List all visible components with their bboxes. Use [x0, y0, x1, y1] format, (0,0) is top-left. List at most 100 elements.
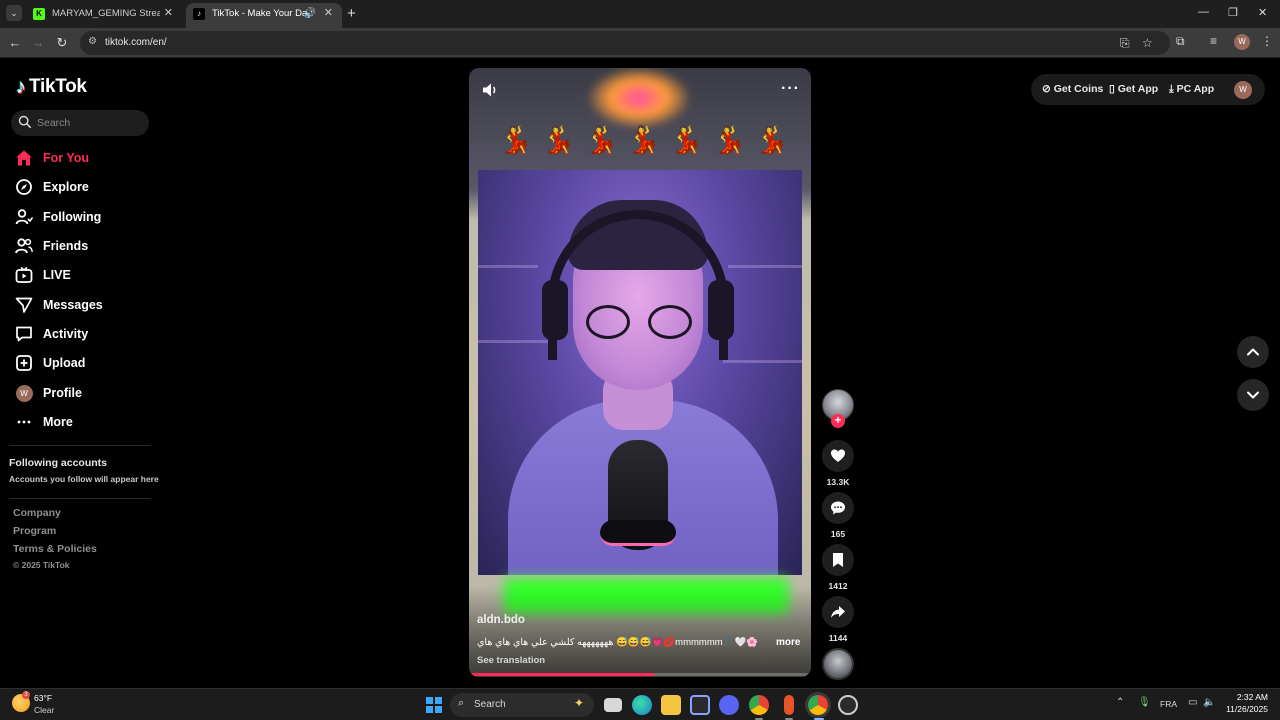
store-icon[interactable] — [690, 695, 710, 715]
comment-button[interactable] — [822, 492, 854, 524]
settings-app-icon[interactable] — [838, 695, 858, 715]
search-input[interactable]: Search — [11, 110, 149, 136]
previous-video-button[interactable] — [1237, 336, 1269, 368]
file-explorer-icon[interactable] — [661, 695, 681, 715]
tray-overflow-icon[interactable]: ⌃ — [1116, 697, 1124, 708]
caption-more-button[interactable]: more — [776, 637, 800, 648]
microphone-app-icon[interactable] — [784, 695, 794, 715]
like-count: 13.3K — [826, 477, 850, 487]
clock-date[interactable]: 11/26/2025 — [1222, 704, 1268, 714]
video-options-icon[interactable]: ··· — [781, 80, 800, 98]
close-icon[interactable]: ✕ — [164, 3, 173, 24]
sidebar-item-activity[interactable]: Activity — [14, 323, 88, 345]
network-icon[interactable]: ▭ — [1188, 697, 1197, 708]
avatar[interactable]: W — [1234, 81, 1252, 99]
following-accounts-subtitle: Accounts you follow will appear here — [9, 474, 159, 484]
comment-icon — [831, 501, 845, 515]
media-control-icon[interactable]: ≡ — [1210, 34, 1217, 48]
next-video-button[interactable] — [1237, 379, 1269, 411]
weather-badge: 3 — [22, 691, 30, 699]
share-button[interactable] — [822, 596, 854, 628]
sidebar-item-messages[interactable]: Messages — [14, 294, 103, 316]
get-app-button[interactable]: ▯ Get App — [1109, 74, 1158, 105]
window-close-icon[interactable]: ✕ — [1258, 6, 1267, 19]
following-icon — [14, 207, 34, 227]
profile-icon-wrap: W — [14, 383, 34, 403]
taskbar-search[interactable]: ⌕ Search ✦ — [450, 693, 594, 717]
share-arrow-icon — [831, 606, 845, 618]
tab-search-icon[interactable]: ⌄ — [6, 5, 22, 21]
weather-temperature[interactable]: 63°F — [34, 693, 52, 703]
input-language[interactable]: FRA — [1160, 699, 1177, 709]
back-icon[interactable]: ← — [5, 33, 25, 53]
phone-icon: ▯ — [1109, 83, 1115, 95]
chrome-active-icon[interactable] — [808, 695, 828, 715]
sidebar-item-for-you[interactable]: For You — [14, 147, 89, 169]
restore-icon[interactable]: ❐ — [1228, 6, 1238, 19]
glasses-lens — [648, 305, 692, 339]
sidebar-item-explore[interactable]: Explore — [14, 176, 89, 198]
tab-tiktok[interactable]: ♪ TikTok - Make Your Day 🔊 ✕ — [186, 3, 342, 28]
logo-text: TikTok — [29, 76, 87, 97]
bookmark-star-icon[interactable]: ☆ — [1142, 36, 1153, 50]
save-button[interactable] — [822, 544, 854, 576]
tab-title: MARYAM_GEMING Stream - Ki — [52, 8, 160, 19]
avatar: W — [15, 384, 33, 402]
sidebar-item-label: Messages — [43, 298, 103, 312]
sidebar-item-profile[interactable]: W Profile — [14, 382, 82, 404]
video-author[interactable]: aldn.bdo — [477, 614, 525, 626]
install-app-icon[interactable]: ⎘ — [1120, 36, 1130, 51]
dancer-emoji: 💃 — [541, 125, 576, 155]
tab-kick[interactable]: K MARYAM_GEMING Stream - Ki ✕ — [26, 3, 182, 28]
sidebar-item-live[interactable]: LIVE — [14, 264, 71, 286]
pc-app-label: PC App — [1176, 83, 1215, 95]
sidebar-item-label: Profile — [43, 386, 82, 400]
follow-plus-icon[interactable]: + — [831, 414, 845, 428]
dancer-emoji: 💃 — [584, 125, 619, 155]
music-disc[interactable] — [822, 648, 854, 680]
speaker-icon[interactable]: 🔊 — [304, 3, 316, 24]
browser-profile-avatar[interactable]: W — [1234, 34, 1250, 50]
get-coins-button[interactable]: ⊘ Get Coins — [1042, 74, 1103, 105]
like-button[interactable] — [822, 440, 854, 472]
address-bar[interactable]: ⚙ tiktok.com/en/ ⎘ ☆ — [80, 31, 1170, 55]
footer-link-company[interactable]: Company — [13, 507, 61, 519]
sidebar-item-upload[interactable]: Upload — [14, 352, 85, 374]
sidebar-item-label: More — [43, 415, 73, 429]
forward-icon[interactable]: → — [28, 33, 48, 53]
close-icon[interactable]: ✕ — [324, 3, 333, 24]
video-progress-bar[interactable] — [469, 673, 811, 676]
site-info-icon[interactable]: ⚙ — [88, 36, 97, 47]
weather-description[interactable]: Clear — [34, 705, 54, 715]
tiktok-logo[interactable]: ♪ TikTok — [16, 74, 87, 100]
minimize-icon[interactable]: — — [1198, 6, 1209, 18]
clock-time[interactable]: 2:32 AM — [1234, 692, 1268, 702]
video-caption: هههههههه كلشي علي هاي هاي هاي 😅😅😅💗💋mmmmm… — [477, 637, 759, 648]
see-translation-link[interactable]: See translation — [477, 655, 545, 666]
sidebar-item-label: LIVE — [43, 268, 71, 282]
discord-icon[interactable] — [719, 695, 739, 715]
video-glow — [589, 68, 689, 128]
edge-icon[interactable] — [632, 695, 652, 715]
task-view-icon[interactable] — [604, 698, 622, 712]
tray-mic-icon[interactable]: 🎙 — [1138, 697, 1151, 708]
video-player[interactable]: 💃 💃 💃 💃 💃 💃 💃 ··· aldn.bdo هههههههه كلشي… — [469, 68, 811, 677]
sidebar-item-following[interactable]: Following — [14, 206, 101, 228]
footer-link-program[interactable]: Program — [13, 525, 56, 537]
browser-menu-icon[interactable]: ⋮ — [1261, 34, 1273, 48]
volume-tray-icon[interactable]: 🔈 — [1203, 697, 1215, 708]
windows-start-icon[interactable] — [426, 697, 442, 713]
reload-icon[interactable]: ↻ — [52, 33, 72, 53]
footer-link-terms[interactable]: Terms & Policies — [13, 543, 97, 555]
extensions-icon[interactable]: ⧉ — [1176, 34, 1185, 49]
dancer-emoji: 💃 — [712, 125, 747, 155]
messages-icon — [14, 295, 34, 315]
pc-app-button[interactable]: ⤓ PC App — [1169, 74, 1214, 105]
sidebar-item-friends[interactable]: Friends — [14, 235, 88, 257]
new-tab-icon[interactable]: + — [347, 5, 356, 22]
volume-icon[interactable] — [481, 81, 499, 99]
chrome-icon[interactable] — [749, 695, 769, 715]
sidebar-item-more[interactable]: More — [14, 411, 73, 433]
bookmark-icon — [833, 553, 843, 567]
search-icon — [18, 115, 32, 129]
